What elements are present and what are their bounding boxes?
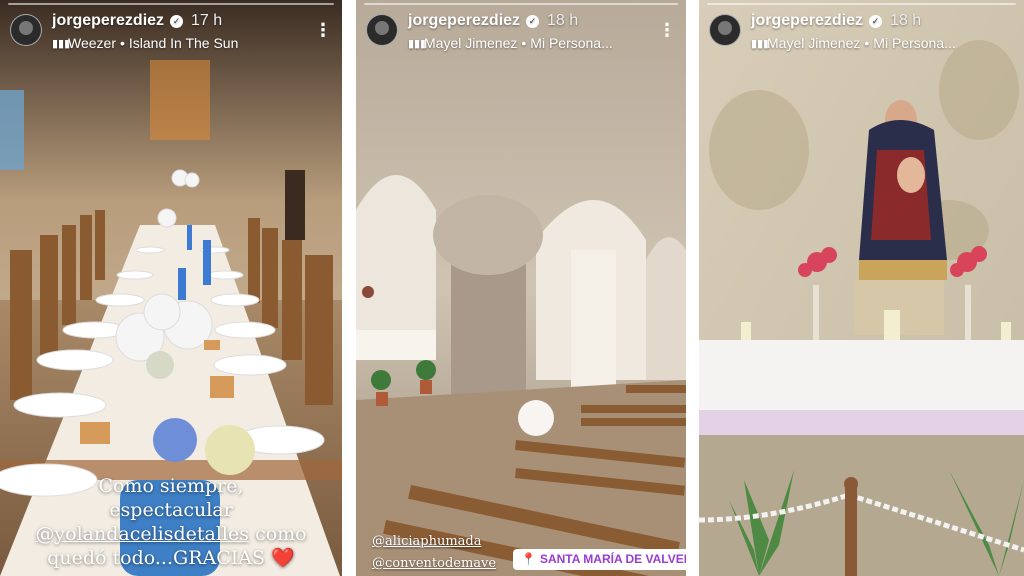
story-time: 17 h [191,12,223,29]
verified-badge-icon: ✓ [869,15,883,28]
caption-line-4: quedó todo...GRACIAS ❤️ [0,546,342,570]
story-header: jorgeperezdiez ✓ 18 h ▮▮▮Mayel Jimenez • Mi … [366,8,676,54]
username[interactable]: jorgeperezdiez [751,12,863,29]
story-time: 18 h [890,12,922,29]
location-sticker[interactable]: 📍SANTA MARÍA DE VALVERDE [513,549,686,570]
heart-emoji-icon: ❤️ [271,547,295,569]
music-bars-icon: ▮▮▮ [408,38,427,50]
story-progress-bar [364,3,678,5]
altar-statue-photo [699,0,1024,576]
caption-line-4-text: quedó todo...GRACIAS [47,547,265,569]
music-sticker[interactable]: ▮▮▮Weezer • Island In The Sun [52,35,238,51]
music-title: Mi Persona... [530,35,613,51]
profile-avatar[interactable] [10,14,42,46]
mention-tag-convento[interactable]: @conventodemave [372,556,496,571]
story-username-row[interactable]: jorgeperezdiez ✓ 18 h [408,12,578,30]
story-username-row[interactable]: jorgeperezdiez ✓ 18 h [751,12,921,30]
username[interactable]: jorgeperezdiez [52,12,164,29]
story-header: jorgeperezdiez ✓ 18 h ▮▮▮Mayel Jimenez • Mi … [709,8,1014,54]
music-separator: • [864,35,870,51]
music-title: Mi Persona... [873,35,956,51]
location-pin-icon: 📍 [521,552,536,566]
story-panel-2[interactable]: jorgeperezdiez ✓ 18 h ▮▮▮Mayel Jimenez • Mi … [356,0,686,576]
music-sticker[interactable]: ▮▮▮Mayel Jimenez • Mi Persona... [408,35,613,51]
caption-after-mention: como [255,523,307,545]
profile-avatar[interactable] [366,14,398,46]
music-artist: Mayel Jimenez [424,35,518,51]
story-caption: Como siempre, espectacular @yolandacelis… [0,474,342,570]
music-title: Island In The Sun [128,35,239,51]
story-time: 18 h [547,12,579,29]
verified-badge-icon: ✓ [170,15,184,28]
profile-avatar[interactable] [709,14,741,46]
story-progress-bar [8,3,334,5]
mention-tag-alicia[interactable]: @aliciaphumada [372,534,481,549]
more-options-icon[interactable]: ⋮ [314,21,332,42]
caption-mention[interactable]: @yolandacelisdetalles [35,523,249,545]
username[interactable]: jorgeperezdiez [408,12,520,29]
story-progress-bar [707,3,1016,5]
story-panel-1[interactable]: jorgeperezdiez ✓ 17 h ▮▮▮Weezer • Island In … [0,0,342,576]
story-header: jorgeperezdiez ✓ 17 h ▮▮▮Weezer • Island In … [10,8,332,54]
music-bars-icon: ▮▮▮ [751,38,770,50]
location-name: SANTA MARÍA DE VALVERDE [539,552,686,566]
caption-line-3: @yolandacelisdetalles como [0,522,342,546]
caption-line-1: Como siempre, [98,475,244,497]
convent-arches-photo [356,0,686,576]
music-artist: Weezer [68,35,116,51]
music-artist: Mayel Jimenez [767,35,861,51]
verified-badge-icon: ✓ [526,15,540,28]
caption-line-2: espectacular [109,499,233,521]
music-bars-icon: ▮▮▮ [52,38,71,50]
story-panel-3[interactable]: jorgeperezdiez ✓ 18 h ▮▮▮Mayel Jimenez • Mi … [699,0,1024,576]
music-separator: • [521,35,527,51]
music-sticker[interactable]: ▮▮▮Mayel Jimenez • Mi Persona... [751,35,956,51]
story-username-row[interactable]: jorgeperezdiez ✓ 17 h [52,12,222,30]
music-separator: • [119,35,125,51]
more-options-icon[interactable]: ⋮ [658,21,676,42]
